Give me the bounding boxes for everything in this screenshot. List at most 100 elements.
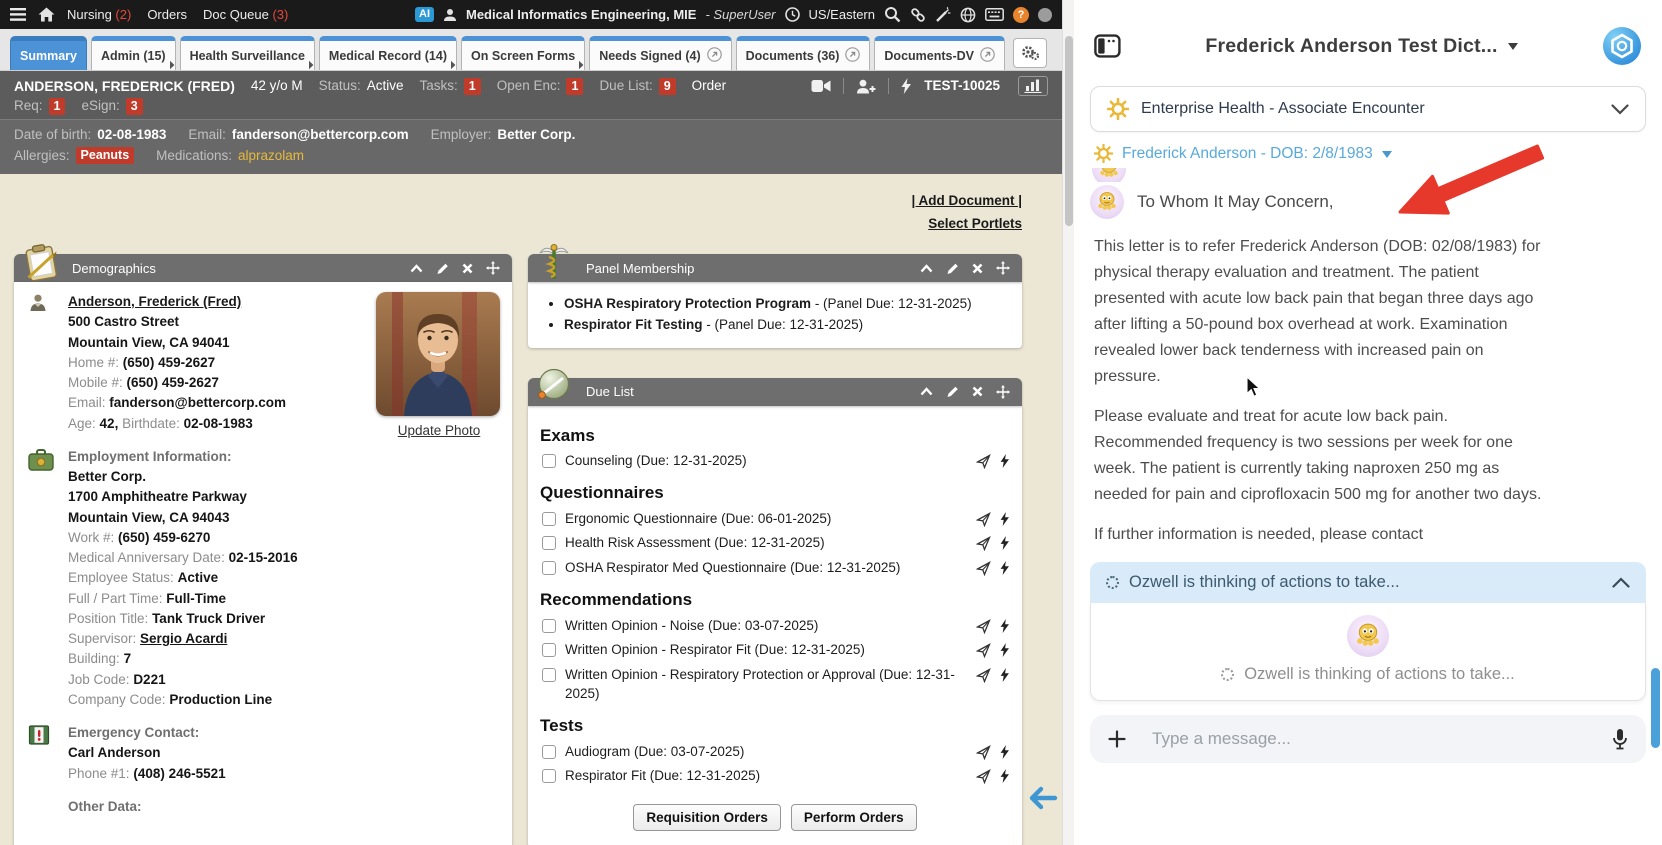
- orders-button[interactable]: Requisition Orders: [633, 804, 781, 831]
- avatar[interactable]: [1038, 8, 1052, 22]
- popout-icon[interactable]: [980, 47, 995, 65]
- req-badge[interactable]: 1: [49, 98, 66, 115]
- perform-order-icon[interactable]: [1000, 512, 1010, 527]
- perform-order-icon[interactable]: [1000, 668, 1010, 683]
- lightning-bolt-icon[interactable]: [901, 78, 912, 94]
- update-photo-link[interactable]: Update Photo: [398, 423, 481, 438]
- add-person-icon[interactable]: [856, 79, 876, 94]
- thinking-panel-header[interactable]: Ozwell is thinking of actions to take...: [1090, 562, 1646, 603]
- menu-icon[interactable]: [10, 8, 26, 21]
- ozwell-logo[interactable]: [1602, 26, 1642, 66]
- popout-icon[interactable]: [845, 47, 860, 65]
- home-icon[interactable]: [38, 7, 55, 22]
- tab-needs-signed[interactable]: Needs Signed (4): [589, 36, 731, 70]
- send-order-icon[interactable]: [976, 561, 991, 576]
- open-enc-group[interactable]: Open Enc:1: [497, 76, 584, 96]
- perform-order-icon[interactable]: [1000, 745, 1010, 760]
- collapse-panel-arrow-icon[interactable]: [1028, 786, 1058, 815]
- esign-group[interactable]: eSign:3: [81, 96, 142, 116]
- due-item-checkbox[interactable]: [542, 745, 556, 759]
- keyboard-icon[interactable]: [985, 8, 1004, 21]
- chat-scrollbar-thumb[interactable]: [1651, 668, 1660, 748]
- collapse-icon[interactable]: [920, 264, 933, 273]
- perform-order-icon[interactable]: [1000, 643, 1010, 658]
- clock-icon[interactable]: [785, 7, 800, 22]
- due-list-badge[interactable]: 9: [659, 78, 676, 95]
- due-item-checkbox[interactable]: [542, 619, 556, 633]
- chevron-down-icon[interactable]: [1611, 104, 1629, 115]
- due-list-header[interactable]: Due List: [528, 378, 1022, 406]
- medication-value[interactable]: alprazolam: [238, 145, 304, 166]
- search-icon[interactable]: [884, 6, 901, 23]
- due-item-checkbox[interactable]: [542, 643, 556, 657]
- due-item-checkbox[interactable]: [542, 769, 556, 783]
- open-enc-badge[interactable]: 1: [566, 78, 583, 95]
- ai-badge[interactable]: AI: [415, 7, 434, 22]
- perform-order-icon[interactable]: [1000, 619, 1010, 634]
- tab-settings-button[interactable]: [1013, 38, 1047, 68]
- patient-name-link[interactable]: Anderson, Frederick (Fred): [68, 294, 241, 309]
- close-icon[interactable]: [972, 263, 983, 274]
- esign-badge[interactable]: 3: [126, 98, 143, 115]
- perform-order-icon[interactable]: [1000, 769, 1010, 784]
- due-item-checkbox[interactable]: [542, 536, 556, 550]
- perform-order-icon[interactable]: [1000, 454, 1010, 469]
- scrollbar-thumb[interactable]: [1065, 36, 1073, 226]
- send-order-icon[interactable]: [976, 769, 991, 784]
- due-item-checkbox[interactable]: [542, 454, 556, 468]
- send-order-icon[interactable]: [976, 643, 991, 658]
- pen-icon[interactable]: [935, 7, 951, 23]
- chevron-up-icon[interactable]: [1612, 577, 1630, 588]
- send-order-icon[interactable]: [976, 619, 991, 634]
- select-portlets-link[interactable]: Select Portlets: [928, 216, 1022, 231]
- edit-icon[interactable]: [946, 385, 959, 398]
- tab-documents[interactable]: Documents (36): [736, 36, 871, 70]
- tab-on-screen-forms[interactable]: On Screen Forms: [461, 36, 585, 70]
- collapse-icon[interactable]: [920, 387, 933, 396]
- send-order-icon[interactable]: [976, 745, 991, 760]
- move-icon[interactable]: [486, 261, 500, 275]
- sidebar-toggle-icon[interactable]: [1094, 34, 1121, 58]
- tasks-badge[interactable]: 1: [464, 78, 481, 95]
- popout-icon[interactable]: [707, 47, 722, 65]
- globe-icon[interactable]: [960, 7, 976, 23]
- due-item-checkbox[interactable]: [542, 561, 556, 575]
- allergy-badge[interactable]: Peanuts: [76, 147, 135, 164]
- link-icon[interactable]: [910, 7, 926, 23]
- due-list-group[interactable]: Due List:9: [599, 76, 675, 96]
- help-icon[interactable]: ?: [1013, 7, 1029, 23]
- panel-membership-header[interactable]: Panel Membership: [528, 254, 1022, 282]
- mic-icon[interactable]: [1612, 728, 1628, 750]
- video-camera-icon[interactable]: [811, 79, 831, 93]
- edit-icon[interactable]: [436, 262, 449, 275]
- send-order-icon[interactable]: [976, 512, 991, 527]
- add-document-link[interactable]: | Add Document |: [911, 193, 1022, 208]
- due-item-checkbox[interactable]: [542, 512, 556, 526]
- encounter-card[interactable]: Enterprise Health - Associate Encounter: [1090, 86, 1646, 132]
- move-icon[interactable]: [996, 261, 1010, 275]
- collapse-icon[interactable]: [410, 264, 423, 273]
- tab-medical-record[interactable]: Medical Record (14): [319, 36, 457, 70]
- main-scrollbar[interactable]: [1062, 0, 1074, 845]
- order-link[interactable]: Order: [692, 76, 727, 96]
- tab-summary[interactable]: Summary: [10, 36, 87, 70]
- chart-stats-icon[interactable]: [1018, 76, 1048, 96]
- top-menu-item[interactable]: Orders: [147, 7, 187, 22]
- tab-health-surveillance[interactable]: Health Surveillance: [180, 36, 315, 70]
- conversation-selector[interactable]: Frederick Anderson Test Dict...: [1205, 35, 1517, 58]
- send-order-icon[interactable]: [976, 454, 991, 469]
- tasks-group[interactable]: Tasks:1: [419, 76, 480, 96]
- message-input-bar[interactable]: Type a message...: [1090, 715, 1646, 763]
- orders-button[interactable]: Perform Orders: [791, 804, 917, 831]
- tab-documents-dv[interactable]: Documents-DV: [874, 36, 1005, 70]
- close-icon[interactable]: [972, 386, 983, 397]
- edit-icon[interactable]: [946, 262, 959, 275]
- message-input[interactable]: Type a message...: [1152, 729, 1291, 749]
- send-order-icon[interactable]: [976, 536, 991, 551]
- move-icon[interactable]: [996, 385, 1010, 399]
- due-item-checkbox[interactable]: [542, 668, 556, 682]
- perform-order-icon[interactable]: [1000, 561, 1010, 576]
- close-icon[interactable]: [462, 263, 473, 274]
- attach-icon[interactable]: [1108, 730, 1126, 748]
- demographics-portlet-header[interactable]: Demographics: [14, 254, 512, 282]
